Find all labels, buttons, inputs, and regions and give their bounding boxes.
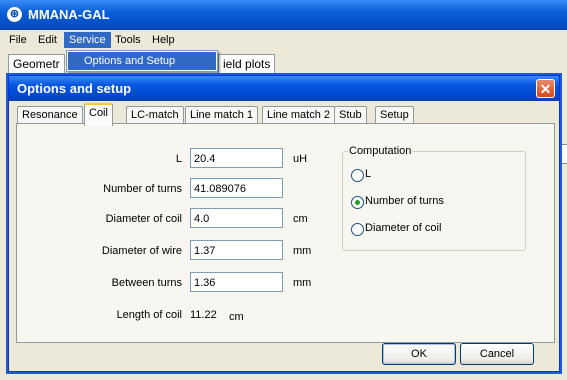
- menu-options-and-setup[interactable]: Options and Setup: [68, 52, 216, 70]
- radio-label-l[interactable]: L: [365, 168, 371, 180]
- ok-button[interactable]: OK: [382, 343, 456, 365]
- menu-help[interactable]: Help: [147, 32, 180, 48]
- coil-panel: L 20.4 uH Number of turns 41.089076 Diam…: [16, 123, 555, 343]
- unit-diameter-coil: cm: [293, 213, 308, 225]
- unit-l: uH: [293, 153, 308, 165]
- unit-between-turns: mm: [293, 277, 312, 289]
- menu-service[interactable]: Service: [64, 32, 111, 48]
- menu-edit[interactable]: Edit: [33, 32, 62, 48]
- length-coil-value: 11.22: [190, 309, 217, 321]
- close-icon[interactable]: ✕: [536, 79, 555, 98]
- radio-l[interactable]: [351, 169, 364, 182]
- radio-diameter-of-coil[interactable]: [351, 223, 364, 236]
- options-dialog: Options and setup ✕ Resonance Coil LC-ma…: [8, 75, 560, 372]
- menu-tools[interactable]: Tools: [110, 32, 146, 48]
- dialog-title: Options and setup: [17, 81, 132, 96]
- radio-label-number-of-turns[interactable]: Number of turns: [365, 195, 444, 207]
- turns-field[interactable]: 41.089076: [190, 178, 283, 198]
- tab-lc-match[interactable]: LC-match: [126, 106, 184, 124]
- app-titlebar: ⊛ MMANA-GAL: [0, 0, 567, 30]
- menubar: File Edit Service Tools Help: [0, 30, 567, 50]
- between-turns-field[interactable]: 1.36: [190, 272, 283, 292]
- app-title: MMANA-GAL: [28, 7, 110, 22]
- computation-title: Computation: [348, 145, 413, 157]
- computation-group: Computation L Number of turns Diameter o…: [342, 145, 526, 251]
- label-diameter-coil: Diameter of coil: [105, 213, 182, 225]
- label-between-turns: Between turns: [111, 277, 182, 289]
- label-diameter-wire: Diameter of wire: [101, 245, 182, 257]
- app-logo-icon: ⊛: [7, 7, 22, 22]
- label-turns: Number of turns: [103, 183, 182, 195]
- radio-label-diameter-of-coil[interactable]: Diameter of coil: [365, 222, 441, 234]
- unit-length-coil: cm: [229, 311, 244, 323]
- tab-line-match-2[interactable]: Line match 2: [262, 106, 335, 124]
- tab-setup[interactable]: Setup: [375, 106, 414, 124]
- tab-stub[interactable]: Stub: [334, 106, 367, 124]
- cancel-button[interactable]: Cancel: [460, 343, 534, 365]
- tab-coil[interactable]: Coil: [84, 103, 113, 126]
- diameter-wire-field[interactable]: 1.37: [190, 240, 283, 260]
- tab-line-match-1[interactable]: Line match 1: [185, 106, 258, 124]
- menu-file[interactable]: File: [4, 32, 32, 48]
- label-l: L: [175, 153, 182, 165]
- unit-diameter-wire: mm: [293, 245, 312, 257]
- radio-number-of-turns[interactable]: [351, 196, 364, 209]
- diameter-coil-field[interactable]: 4.0: [190, 208, 283, 228]
- main-tab-geometry[interactable]: Geometr: [8, 54, 65, 73]
- service-dropdown: Options and Setup: [66, 50, 218, 72]
- dialog-titlebar: Options and setup ✕: [9, 76, 559, 101]
- label-length-coil: Length of coil: [116, 309, 182, 321]
- tab-resonance[interactable]: Resonance: [17, 106, 83, 124]
- main-tab-field-plots[interactable]: ield plots: [218, 54, 276, 73]
- l-field[interactable]: 20.4: [190, 148, 283, 168]
